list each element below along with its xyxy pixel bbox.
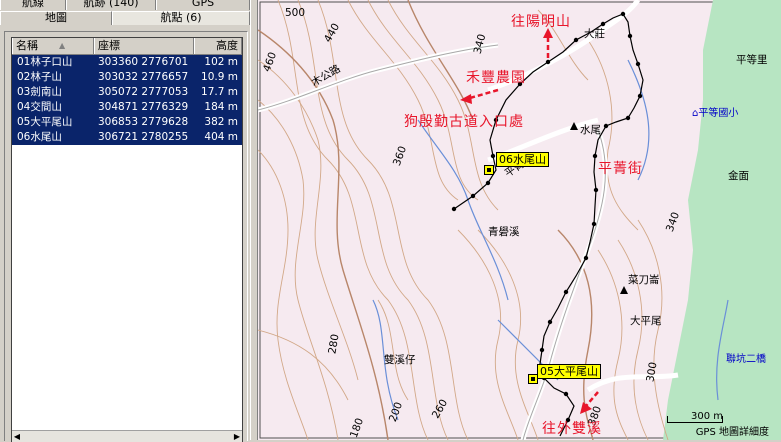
waypoint-elev: 184 m	[204, 101, 238, 113]
tab-map[interactable]: 地圖	[0, 11, 112, 25]
waypoint-elev: 102 m	[204, 56, 238, 68]
topo-map[interactable]: 500 440 460 340 360 340 380 300 280 200 …	[258, 0, 781, 440]
waypoint-coord: 306853 2779628	[98, 116, 189, 128]
list-item[interactable]: 06水尾山 306721 2780255 404 m	[12, 130, 242, 145]
scale-label: 300 m	[690, 411, 723, 422]
horizontal-scrollbar[interactable]: ◀ ▶	[12, 430, 242, 442]
scroll-right-icon[interactable]: ▶	[232, 431, 242, 442]
waypoint-list[interactable]: 名稱 ▲ 座標 高度 01林子口山 303360 2776701 102 m 02林子…	[11, 37, 243, 442]
scroll-left-icon[interactable]: ◀	[12, 431, 22, 442]
place-label: 菜刀崙	[628, 274, 660, 286]
waypoint-coord: 306721 2780255	[98, 131, 189, 143]
place-label: 大莊	[584, 28, 605, 40]
waypoint-elev: 10.9 m	[201, 71, 238, 83]
header-coord[interactable]: 座標	[94, 38, 194, 54]
waypoint-elev: 382 m	[204, 116, 238, 128]
waypoint-label-05[interactable]: 05大平尾山	[537, 364, 601, 379]
list-item[interactable]: 02林子山 303032 2776657 10.9 m	[12, 70, 242, 85]
waypoint-label-06[interactable]: 06水尾山	[496, 152, 549, 167]
list-item[interactable]: 01林子口山 303360 2776701 102 m	[12, 55, 242, 70]
elevation-label: 500	[285, 7, 306, 19]
place-label: 平等里	[736, 54, 768, 66]
annotation-trail-entrance: 狗殷勤古道入口處	[404, 114, 524, 130]
place-label: 金面	[728, 170, 749, 182]
list-item[interactable]: 03劍南山 305072 2777053 17.7 m	[12, 85, 242, 100]
waypoint-coord: 304871 2776329	[98, 101, 189, 113]
waypoint-coord: 303032 2776657	[98, 71, 189, 83]
tab-gps[interactable]: GPS	[156, 0, 250, 10]
waypoint-elev: 404 m	[204, 131, 238, 143]
place-label: 大平尾	[630, 315, 662, 327]
waypoint-panel: 航線 航跡 (140) GPS 地圖 航點 (6) 名稱 ▲ 座標 高度 01林子…	[0, 0, 250, 442]
waypoint-name: 05大平尾山	[17, 116, 73, 128]
waypoint-name: 02林子山	[17, 71, 62, 83]
list-item[interactable]: 04交間山 304871 2776329 184 m	[12, 100, 242, 115]
waypoint-coord: 305072 2777053	[98, 86, 189, 98]
school-name: 平等國小	[698, 108, 739, 119]
place-label: 青礐溪	[488, 226, 520, 238]
tab-waypoints[interactable]: 航點 (6)	[112, 11, 250, 25]
bridge-label: 聯坑二橋	[726, 354, 766, 365]
waypoint-coord: 303360 2776701	[98, 56, 189, 68]
place-label: 水尾	[580, 124, 601, 136]
list-item[interactable]: 05大平尾山 306853 2779628 382 m	[12, 115, 242, 130]
splitter-handle[interactable]	[250, 0, 258, 440]
waypoints-pane: 名稱 ▲ 座標 高度 01林子口山 303360 2776701 102 m 02林子…	[4, 31, 248, 442]
sort-asc-icon: ▲	[59, 41, 66, 50]
waypoint-elev: 17.7 m	[201, 86, 238, 98]
waypoint-name: 06水尾山	[17, 131, 62, 143]
waypoint-name: 01林子口山	[17, 56, 73, 68]
list-header: 名稱 ▲ 座標 高度	[12, 38, 242, 55]
top-tab-row: 航線 航跡 (140) GPS	[0, 0, 250, 10]
header-name[interactable]: 名稱 ▲	[12, 38, 94, 54]
waypoint-marker-icon[interactable]	[484, 165, 494, 175]
annotation-hefeng-farm: 禾豐農園	[466, 70, 526, 86]
annotation-to-yangming: 往陽明山	[511, 14, 571, 30]
place-label: 雙溪仔	[384, 354, 416, 366]
annotation-pingqing-street: 平菁街	[598, 161, 643, 177]
school-label: ⌂平等國小	[692, 104, 738, 119]
annotation-to-shuangxi: 往外雙溪	[542, 421, 602, 437]
waypoint-name: 03劍南山	[17, 86, 62, 98]
header-elev[interactable]: 高度	[194, 38, 242, 54]
tab-tracks[interactable]: 航跡 (140)	[66, 0, 156, 10]
map-detail-label: GPS 地圖詳細度	[695, 427, 769, 438]
tab-routes[interactable]: 航線	[0, 0, 66, 10]
waypoint-name: 04交間山	[17, 101, 62, 113]
second-tab-row: 地圖 航點 (6)	[0, 11, 250, 25]
